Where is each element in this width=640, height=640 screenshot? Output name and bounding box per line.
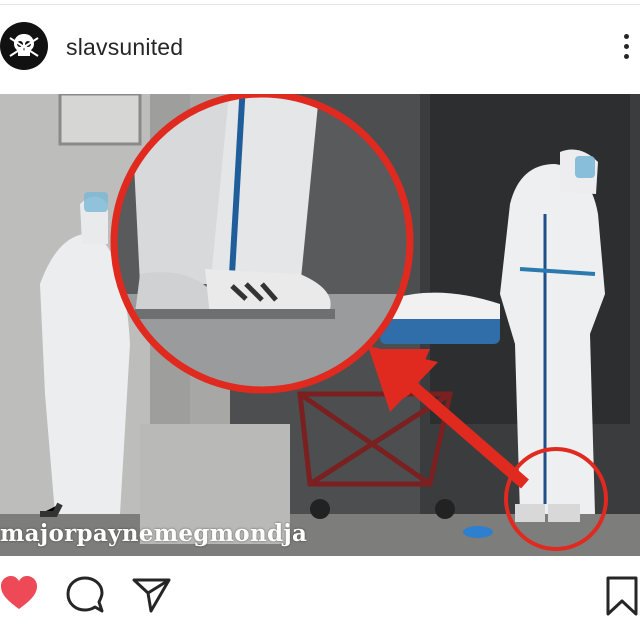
share-icon[interactable]: [132, 576, 172, 619]
post-image[interactable]: [0, 94, 640, 556]
watermark-text: majorpaynemegmondja: [0, 520, 308, 547]
action-bar: [0, 570, 640, 630]
avatar[interactable]: [0, 22, 48, 70]
username[interactable]: slavsunited: [66, 34, 183, 61]
more-options-icon[interactable]: [618, 34, 634, 62]
bookmark-icon[interactable]: [606, 576, 638, 621]
top-divider: [0, 4, 640, 5]
post-header: slavsunited: [0, 12, 640, 84]
skull-logo-icon: [5, 27, 43, 65]
heart-icon[interactable]: [0, 576, 38, 617]
comment-icon[interactable]: [66, 576, 104, 619]
